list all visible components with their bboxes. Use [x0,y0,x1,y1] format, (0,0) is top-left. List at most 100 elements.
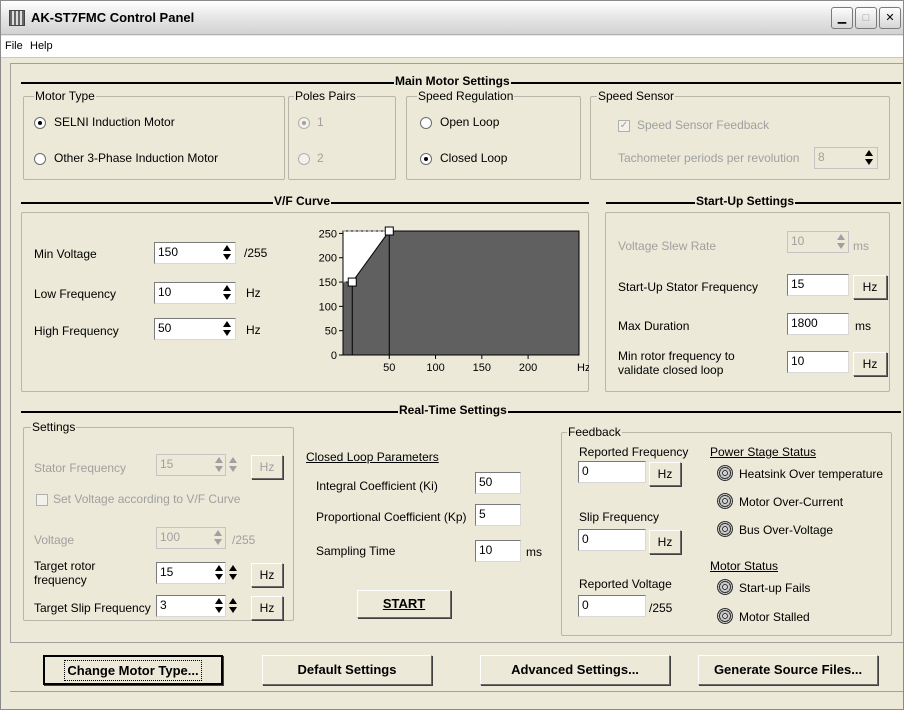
voltage-spinner[interactable] [212,528,224,548]
stator-frequency-spinner-b[interactable] [227,455,239,475]
startup-stator-frequency-unit-button[interactable]: Hz [853,275,887,299]
min-voltage-spinner[interactable] [221,243,233,263]
target-slip-spinner-b[interactable] [227,596,239,616]
voltage-slew-label: Voltage Slew Rate [618,239,717,253]
stator-frequency-unit-button[interactable]: Hz [251,455,283,479]
target-rotor-value: 15 [160,565,174,579]
bus-over-voltage-led-icon [717,521,733,537]
reported-voltage-label: Reported Voltage [579,577,672,591]
start-button[interactable]: START [357,590,451,618]
feedback-label: Feedback [567,425,622,439]
startup-settings-title: Start-Up Settings [695,194,796,208]
max-duration-label: Max Duration [618,319,690,333]
sampling-time-value: 10 [479,543,493,557]
poles-pairs-label: Poles Pairs [294,89,357,103]
min-rotor-frequency-unit-button[interactable]: Hz [853,352,887,376]
set-voltage-label[interactable]: Set Voltage according to V/F Curve [53,492,240,506]
target-rotor-label-2: frequency [34,573,87,587]
open-loop-radio[interactable] [420,117,432,129]
menu-help[interactable]: Help [30,40,53,52]
vf-curve-title: V/F Curve [273,194,332,208]
target-rotor-spinner-a[interactable] [213,563,225,583]
reported-voltage-field[interactable]: 0 [578,595,646,617]
stator-frequency-spinner-a[interactable] [213,455,225,475]
default-settings-button[interactable]: Default Settings [262,655,432,685]
menu-bar: File Help [1,36,903,58]
chart-x-axis-label: Hz [577,362,589,374]
chart-point [384,226,394,236]
chart-y-tick-label: 200 [319,253,337,265]
menu-file[interactable]: File [5,40,23,52]
other-motor-label[interactable]: Other 3-Phase Induction Motor [54,151,218,165]
target-slip-spinner-a[interactable] [213,596,225,616]
chart-x-tick-label: 50 [383,362,395,374]
low-frequency-unit: Hz [246,286,261,300]
kp-field[interactable]: 5 [475,504,521,526]
startup-stator-frequency-value: 15 [791,277,805,291]
sampling-time-label: Sampling Time [316,544,396,558]
startup-fails-label: Start-up Fails [739,581,811,595]
window-title: AK-ST7FMC Control Panel [31,10,195,25]
min-rotor-frequency-field[interactable]: 10 [787,351,849,373]
chart-x-tick-label: 100 [426,362,444,374]
open-loop-label[interactable]: Open Loop [440,115,499,129]
minimize-button[interactable]: ▁ [831,7,853,29]
startup-stator-frequency-field[interactable]: 15 [787,274,849,296]
min-rotor-frequency-label-1: Min rotor frequency to [618,349,735,363]
realtime-settings-title: Real-Time Settings [398,403,508,417]
startup-fails-led-icon [717,579,733,595]
slip-frequency-field[interactable]: 0 [578,529,646,551]
target-rotor-spinner-b[interactable] [227,563,239,583]
closed-loop-radio[interactable] [420,153,432,165]
target-slip-unit-button[interactable]: Hz [251,596,283,620]
maximize-button[interactable]: □ [855,7,877,29]
change-motor-type-button[interactable]: Change Motor Type... [43,655,223,685]
slip-frequency-unit-button[interactable]: Hz [649,530,681,554]
main-motor-settings-title: Main Motor Settings [394,74,511,88]
poles-1-label[interactable]: 1 [317,115,324,129]
advanced-settings-button[interactable]: Advanced Settings... [480,655,670,685]
voltage-slew-unit: ms [853,239,869,253]
reported-frequency-unit-button[interactable]: Hz [649,462,681,486]
speed-sensor-feedback-label[interactable]: Speed Sensor Feedback [637,118,769,132]
ki-field[interactable]: 50 [475,472,521,494]
max-duration-value: 1800 [791,316,818,330]
selni-motor-label[interactable]: SELNI Induction Motor [54,115,175,129]
min-voltage-value: 150 [158,245,179,259]
low-frequency-spinner[interactable] [221,283,233,303]
set-voltage-checkbox[interactable] [36,494,48,506]
voltage-slew-spinner[interactable] [835,232,847,252]
motor-type-group [23,96,285,180]
sampling-time-field[interactable]: 10 [475,540,521,562]
poles-pairs-group [288,96,396,180]
low-frequency-value: 10 [158,285,172,299]
reported-frequency-field[interactable]: 0 [578,461,646,483]
poles-1-radio[interactable] [298,117,310,129]
chart-x-tick-label: 150 [473,362,491,374]
poles-2-label[interactable]: 2 [317,151,324,165]
status-bar [10,691,903,709]
other-motor-radio[interactable] [34,153,46,165]
max-duration-unit: ms [855,319,871,333]
target-rotor-label-1: Target rotor [34,559,96,573]
min-rotor-frequency-value: 10 [791,354,805,368]
generate-source-files-button[interactable]: Generate Source Files... [698,655,878,685]
tacho-spinner[interactable] [863,148,875,168]
target-slip-label: Target Slip Frequency [34,601,151,615]
target-rotor-unit-button[interactable]: Hz [251,563,283,587]
reported-voltage-value: 0 [582,598,589,612]
motor-status-label: Motor Status [710,559,779,573]
reported-frequency-label: Reported Frequency [579,445,689,459]
power-stage-status-label: Power Stage Status [710,445,817,459]
speed-sensor-feedback-checkbox[interactable]: ✓ [618,120,630,132]
max-duration-field[interactable]: 1800 [787,313,849,335]
selni-motor-radio[interactable] [34,117,46,129]
closed-loop-params-label: Closed Loop Parameters [306,450,439,464]
high-frequency-value: 50 [158,321,172,335]
high-frequency-spinner[interactable] [221,319,233,339]
closed-loop-label[interactable]: Closed Loop [440,151,507,165]
poles-2-radio[interactable] [298,153,310,165]
close-button[interactable]: ✕ [879,7,901,29]
startup-stator-frequency-label: Start-Up Stator Frequency [618,280,759,294]
speed-regulation-group [406,96,581,180]
